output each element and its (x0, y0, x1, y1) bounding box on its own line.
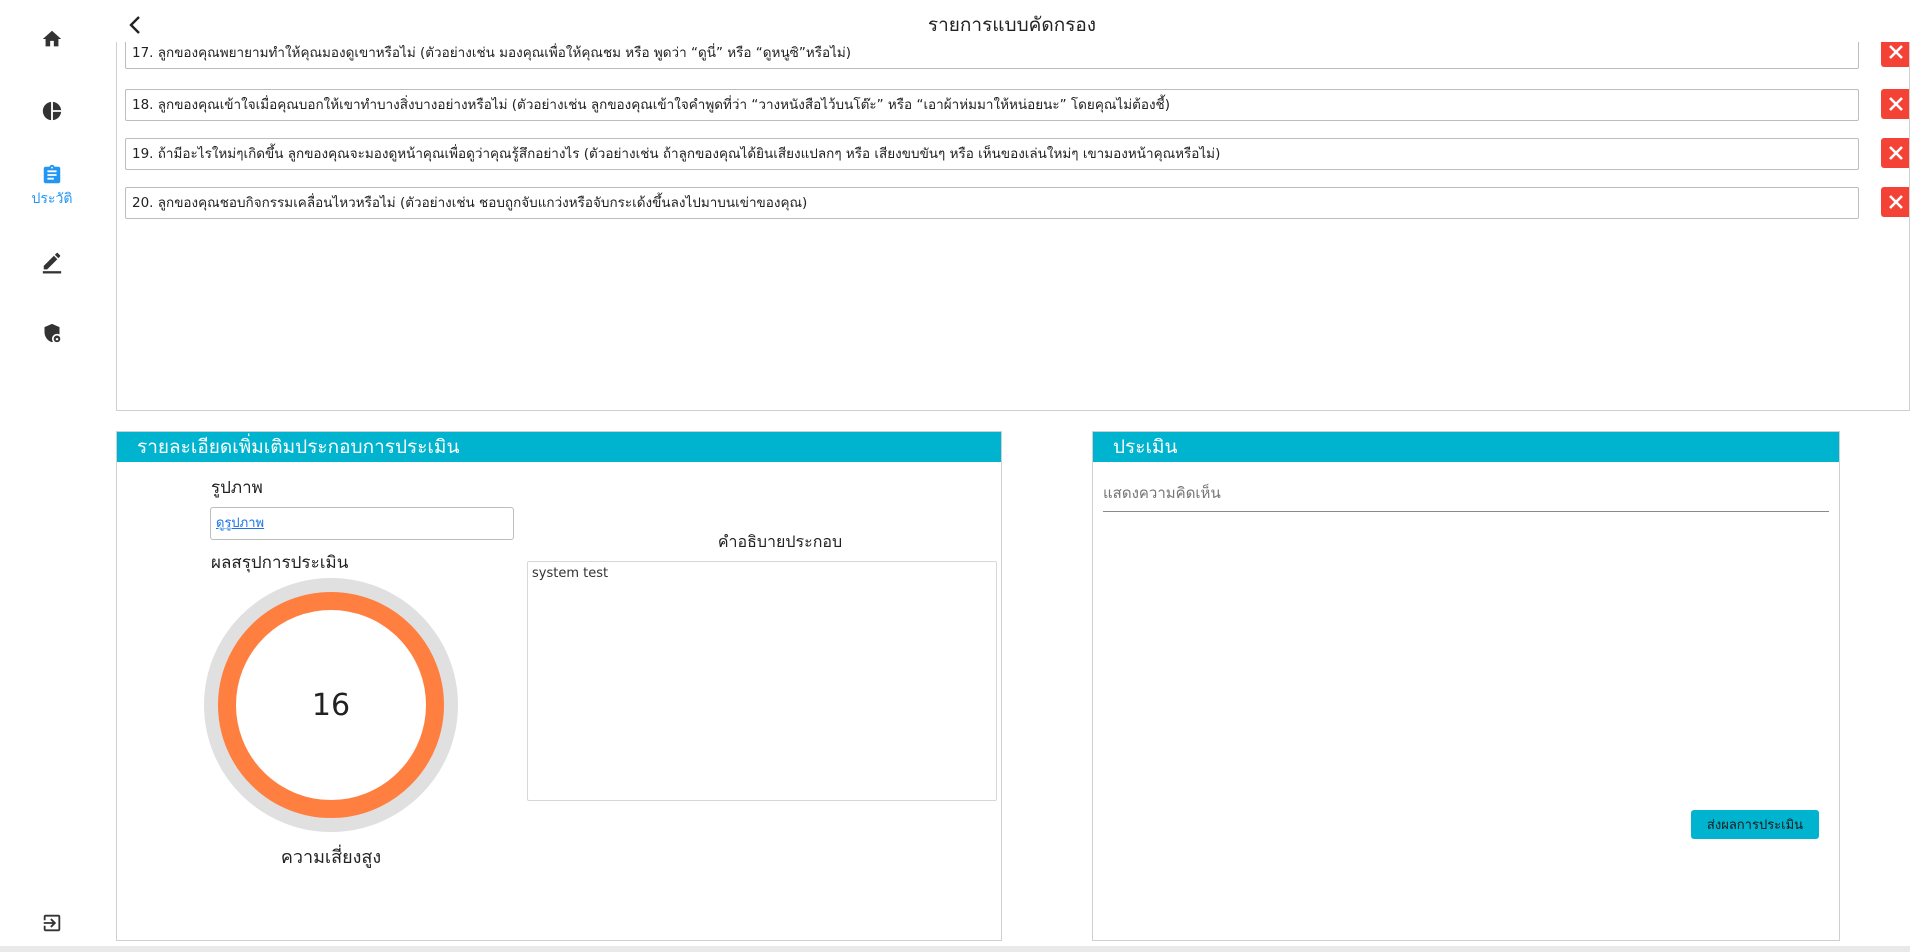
delete-question-button[interactable] (1881, 42, 1909, 67)
description-label: คำอธิบายประกอบ (717, 532, 843, 551)
close-icon (1889, 195, 1903, 209)
bottom-bar (0, 946, 1910, 952)
detail-card: รายละเอียดเพิ่มเติมประกอบการประเมิน รูปภ… (116, 431, 1002, 941)
summary-label: ผลสรุปการประเมิน (211, 553, 349, 573)
sidebar-item-history[interactable]: ประวัติ (0, 164, 104, 210)
comment-input[interactable]: แสดงความคิดเห็น (1103, 478, 1829, 512)
question-text: 17. ลูกของคุณพยายามทำให้คุณมองดูเขาหรือไ… (125, 42, 1859, 69)
question-item: 18. ลูกของคุณเข้าใจเมื่อคุณบอกให้เขาทำบา… (125, 89, 1909, 121)
evaluation-card: ประเมิน แสดงความคิดเห็น ส่งผลการประเมิน (1092, 431, 1840, 941)
close-icon (1889, 97, 1903, 111)
delete-question-button[interactable] (1881, 187, 1909, 217)
pie-chart-icon (42, 101, 62, 121)
sidebar-item-security[interactable] (0, 322, 104, 344)
image-field: ดูรูปภาพ (210, 507, 514, 540)
evaluation-card-title: ประเมิน (1093, 432, 1839, 462)
detail-card-title: รายละเอียดเพิ่มเติมประกอบการประเมิน (117, 432, 1001, 462)
view-image-link[interactable]: ดูรูปภาพ (216, 516, 264, 531)
shield-lock-icon (44, 323, 61, 343)
risk-level-label: ความเสี่ยงสูง (280, 847, 382, 868)
logout-icon (43, 914, 61, 932)
question-item: 17. ลูกของคุณพยายามทำให้คุณมองดูเขาหรือไ… (125, 42, 1909, 69)
sidebar-item-label: ประวัติ (31, 191, 73, 207)
question-item: 19. ถ้ามีอะไรใหม่ๆเกิดขึ้น ลูกของคุณจะมอ… (125, 138, 1909, 170)
sidebar-item-edit[interactable] (0, 250, 104, 274)
delete-question-button[interactable] (1881, 89, 1909, 119)
sidebar: ประวัติ (0, 0, 104, 952)
close-icon (1889, 45, 1903, 59)
close-icon (1889, 146, 1903, 160)
question-text: 20. ลูกของคุณชอบกิจกรรมเคลื่อนไหวหรือไม่… (125, 187, 1859, 219)
question-text: 19. ถ้ามีอะไรใหม่ๆเกิดขึ้น ลูกของคุณจะมอ… (125, 138, 1859, 170)
description-field[interactable]: system test (527, 561, 997, 801)
question-text: 18. ลูกของคุณเข้าใจเมื่อคุณบอกให้เขาทำบา… (125, 89, 1859, 121)
submit-evaluation-button[interactable]: ส่งผลการประเมิน (1691, 810, 1819, 839)
score-ring: 16 (201, 575, 461, 835)
clipboard-icon (43, 164, 61, 184)
sidebar-item-dashboard[interactable] (0, 100, 104, 122)
image-label: รูปภาพ (211, 478, 263, 498)
question-item: 20. ลูกของคุณชอบกิจกรรมเคลื่อนไหวหรือไม่… (125, 187, 1909, 219)
page-title: รายการแบบคัดกรอง (927, 14, 1097, 36)
sidebar-item-logout[interactable] (0, 912, 104, 934)
edit-icon (42, 252, 62, 274)
score-value: 16 (311, 687, 351, 723)
delete-question-button[interactable] (1881, 138, 1909, 168)
question-list[interactable]: 17. ลูกของคุณพยายามทำให้คุณมองดูเขาหรือไ… (116, 42, 1910, 411)
